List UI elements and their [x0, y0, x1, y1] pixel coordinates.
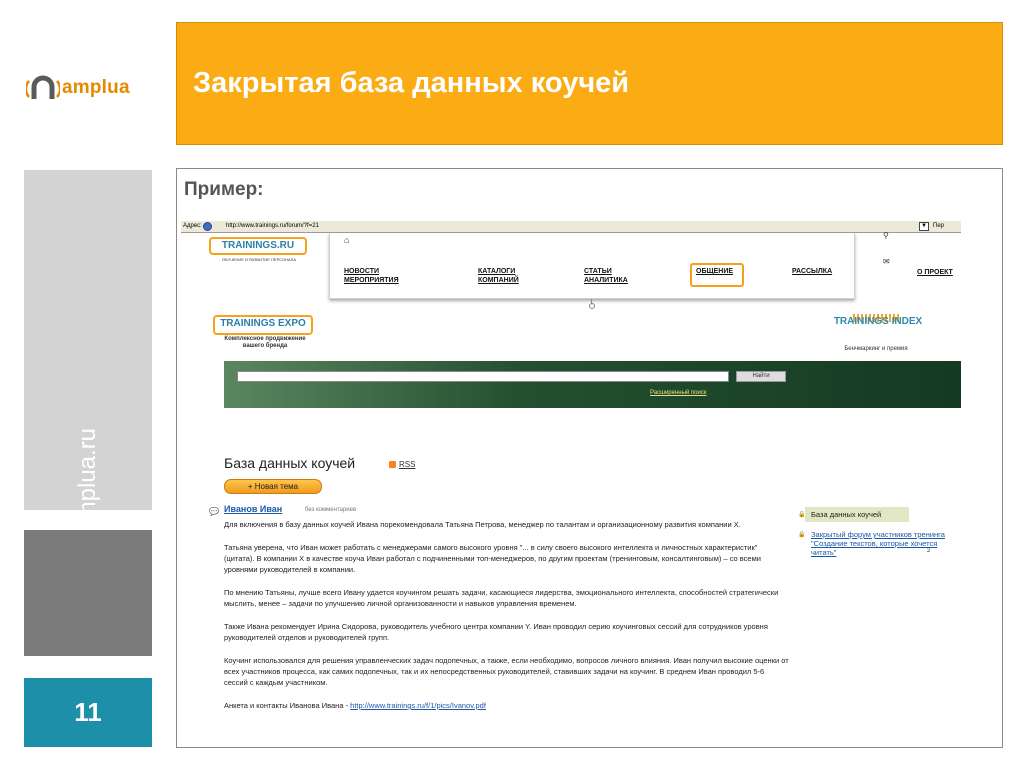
post-paragraph: Также Ивана рекомендует Ирина Сидорова, …: [224, 622, 768, 642]
browser-screenshot: Адрес: http://www.trainings.ru/forum/?f=…: [181, 219, 961, 744]
nav-item-about[interactable]: О ПРОЕКТ: [917, 269, 953, 276]
address-bar: Адрес: http://www.trainings.ru/forum/?f=…: [181, 221, 961, 233]
nav-item-news[interactable]: НОВОСТИ МЕРОПРИЯТИЯ: [344, 267, 399, 285]
search-icon[interactable]: ⚲: [883, 231, 889, 240]
go-button[interactable]: Пер: [933, 221, 944, 232]
pull-handle[interactable]: [589, 299, 595, 309]
search-button[interactable]: Найти: [736, 371, 786, 382]
sidebar-url-bar: www.amplua.ru: [24, 170, 152, 592]
amplua-logo-icon: [26, 75, 60, 99]
search-input[interactable]: [237, 371, 729, 382]
nav-item-catalogs[interactable]: КАТАЛОГИ КОМПАНИЙ: [478, 267, 519, 285]
home-icon[interactable]: ⌂: [344, 235, 349, 245]
post-paragraph: Для включения в базу данных коучей Ивана…: [224, 520, 741, 529]
new-topic-button[interactable]: + Новая тема: [224, 479, 322, 494]
content-frame: Пример: Адрес: http://www.trainings.ru/f…: [176, 168, 1003, 748]
globe-icon: [203, 222, 212, 231]
chevron-down-icon[interactable]: ▼: [919, 222, 929, 231]
nav-item-community[interactable]: ОБЩЕНИЕ: [696, 267, 733, 276]
amplua-logo: amplua: [26, 72, 156, 104]
side-item-coach-db[interactable]: База данных коучей: [805, 507, 909, 522]
page-number-block: 11: [24, 678, 152, 747]
nav-item-articles[interactable]: СТАТЬИ АНАЛИТИКА: [584, 267, 628, 285]
post-paragraph: По мнению Татьяны, лучше всего Ивану уда…: [224, 588, 779, 608]
address-label: Адрес:: [183, 223, 202, 229]
index-logo-subtitle: Бенчмаркинг и премия: [844, 346, 908, 352]
post-paragraph: Татьяна уверена, что Иван может работать…: [224, 543, 761, 574]
page-number: 11: [74, 697, 102, 727]
index-logo[interactable]: TRAININGS INDEX: [833, 317, 923, 343]
forum-title: База данных коучей: [224, 455, 356, 471]
post-author-link[interactable]: Иванов Иван: [224, 504, 282, 514]
mail-icon[interactable]: ✉: [883, 257, 890, 266]
post-body: Для включения в базу данных коучей Ивана…: [224, 519, 789, 723]
rss-link[interactable]: RSS: [399, 460, 415, 469]
address-url[interactable]: http://www.trainings.ru/forum/?f=21: [226, 221, 319, 232]
contacts-pdf-link[interactable]: http://www.trainings.ru/f/1/pics/Ivanov.…: [350, 701, 486, 710]
amplua-logo-text: amplua: [62, 77, 130, 98]
page-title: Закрытая база данных коучей: [193, 67, 630, 99]
comment-icon: 💬: [209, 507, 219, 516]
header-banner: Закрытая база данных коучей: [176, 22, 1003, 145]
search-bar: Найти Расширенный поиск: [224, 361, 961, 408]
post-paragraph-contacts: Анкета и контакты Иванова Ивана - http:/…: [224, 701, 486, 710]
nav-item-mailing[interactable]: РАССЫЛКА: [792, 267, 832, 276]
sidebar-gray-block: [24, 530, 152, 656]
rss-icon[interactable]: [389, 461, 396, 468]
trainings-logo[interactable]: TRAININGS.RU: [209, 237, 307, 255]
side-item-count: 2: [927, 548, 931, 554]
site-nav: ⌂ НОВОСТИ МЕРОПРИЯТИЯ КАТАЛОГИ КОМПАНИЙ …: [329, 233, 855, 299]
expo-logo-subtitle: Комплексное продвижение вашего бренда: [224, 336, 306, 349]
lock-icon: 🔒: [798, 532, 806, 538]
expo-logo[interactable]: TRAININGS EXPO: [213, 315, 313, 335]
example-label: Пример:: [184, 179, 264, 200]
slide: amplua Закрытая база данных коучей www.a…: [0, 0, 1024, 768]
post-paragraph: Коучинг использовался для решения управл…: [224, 656, 789, 687]
post-meta: без комментариев: [305, 507, 357, 513]
advanced-search-link[interactable]: Расширенный поиск: [650, 390, 707, 396]
trainings-logo-subtitle: ОБУЧЕНИЕ И РАЗВИТИЕ ПЕРСОНАЛА: [221, 257, 297, 262]
